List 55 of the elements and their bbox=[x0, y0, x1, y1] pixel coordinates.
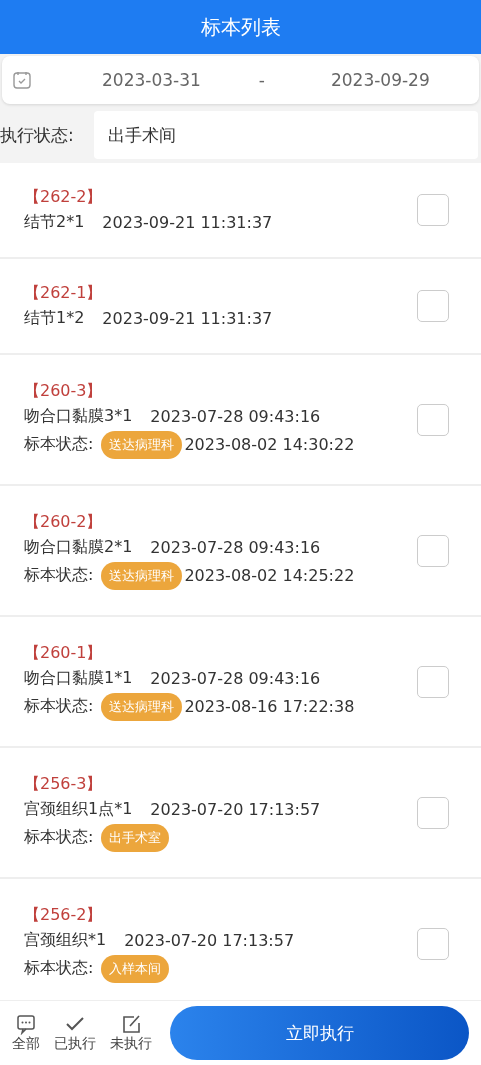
specimen-time: 2023-07-20 17:13:57 bbox=[124, 930, 295, 950]
date-range-field[interactable]: 2023-03-31 - 2023-09-29 bbox=[2, 56, 479, 104]
execute-button[interactable]: 立即执行 bbox=[170, 1006, 469, 1060]
specimen-name: 吻合口黏膜1*1 bbox=[24, 667, 133, 689]
specimen-code: 【262-1】 bbox=[24, 283, 104, 304]
status-badge: 送达病理科 bbox=[101, 692, 183, 721]
specimen-time: 2023-07-28 09:43:16 bbox=[150, 406, 321, 426]
specimen-code: 【260-2】 bbox=[24, 511, 104, 533]
start-date: 2023-03-31 bbox=[102, 70, 201, 90]
specimen-name: 结节1*2 bbox=[24, 308, 85, 329]
specimen-time: 2023-09-21 11:31:37 bbox=[102, 309, 273, 328]
status-badge: 送达病理科 bbox=[101, 561, 183, 590]
status-label: 标本状态: bbox=[24, 958, 94, 979]
status-label: 标本状态: bbox=[24, 434, 94, 455]
checkbox[interactable] bbox=[417, 290, 449, 322]
checkbox[interactable] bbox=[417, 927, 449, 960]
checkbox[interactable] bbox=[417, 534, 449, 567]
specimen-time: 2023-07-28 09:43:16 bbox=[150, 668, 321, 688]
status-badge: 送达病理科 bbox=[101, 430, 183, 459]
checkbox[interactable] bbox=[417, 796, 449, 829]
specimen-code: 【260-1】 bbox=[24, 642, 104, 664]
filter-tab[interactable]: 已执行 bbox=[54, 1013, 96, 1053]
specimen-code: 【262-2】 bbox=[24, 187, 104, 208]
page-title: 标本列表 bbox=[0, 0, 481, 54]
chat-bubble-icon bbox=[15, 1013, 37, 1035]
filter-label: 执行状态: bbox=[0, 123, 75, 147]
end-date: 2023-09-29 bbox=[330, 70, 430, 90]
calendar-icon bbox=[12, 70, 32, 90]
status-time: 2023-08-02 14:25:22 bbox=[184, 566, 355, 585]
specimen-code: 【256-2】 bbox=[24, 904, 104, 926]
status-label: 标本状态: bbox=[24, 827, 94, 848]
edit-icon bbox=[120, 1013, 142, 1035]
status-time: 2023-08-16 17:22:38 bbox=[184, 697, 355, 716]
specimen-name: 结节2*1 bbox=[24, 212, 85, 233]
checkbox[interactable] bbox=[417, 194, 449, 226]
status-label: 标本状态: bbox=[24, 696, 94, 717]
status-select[interactable]: 出手术间 bbox=[94, 111, 478, 159]
checkbox[interactable] bbox=[417, 665, 449, 698]
specimen-code: 【260-3】 bbox=[24, 380, 104, 402]
specimen-name: 宫颈组织1点*1 bbox=[24, 798, 133, 820]
specimen-time: 2023-09-21 11:31:37 bbox=[102, 213, 273, 232]
specimen-name: 吻合口黏膜3*1 bbox=[24, 405, 133, 427]
date-separator: - bbox=[258, 70, 265, 90]
filter-tab[interactable]: 全部 bbox=[12, 1013, 40, 1053]
specimen-code: 【256-3】 bbox=[24, 773, 104, 795]
filter-tab[interactable]: 未执行 bbox=[110, 1013, 152, 1053]
status-label: 标本状态: bbox=[24, 565, 94, 586]
specimen-name: 吻合口黏膜2*1 bbox=[24, 536, 133, 558]
checkbox[interactable] bbox=[417, 403, 449, 436]
status-time: 2023-08-02 14:30:22 bbox=[184, 435, 355, 454]
specimen-time: 2023-07-20 17:13:57 bbox=[150, 799, 321, 819]
status-badge: 出手术室 bbox=[101, 823, 170, 852]
specimen-name: 宫颈组织*1 bbox=[24, 929, 107, 951]
specimen-time: 2023-07-28 09:43:16 bbox=[150, 537, 321, 557]
status-badge: 入样本间 bbox=[101, 954, 170, 983]
